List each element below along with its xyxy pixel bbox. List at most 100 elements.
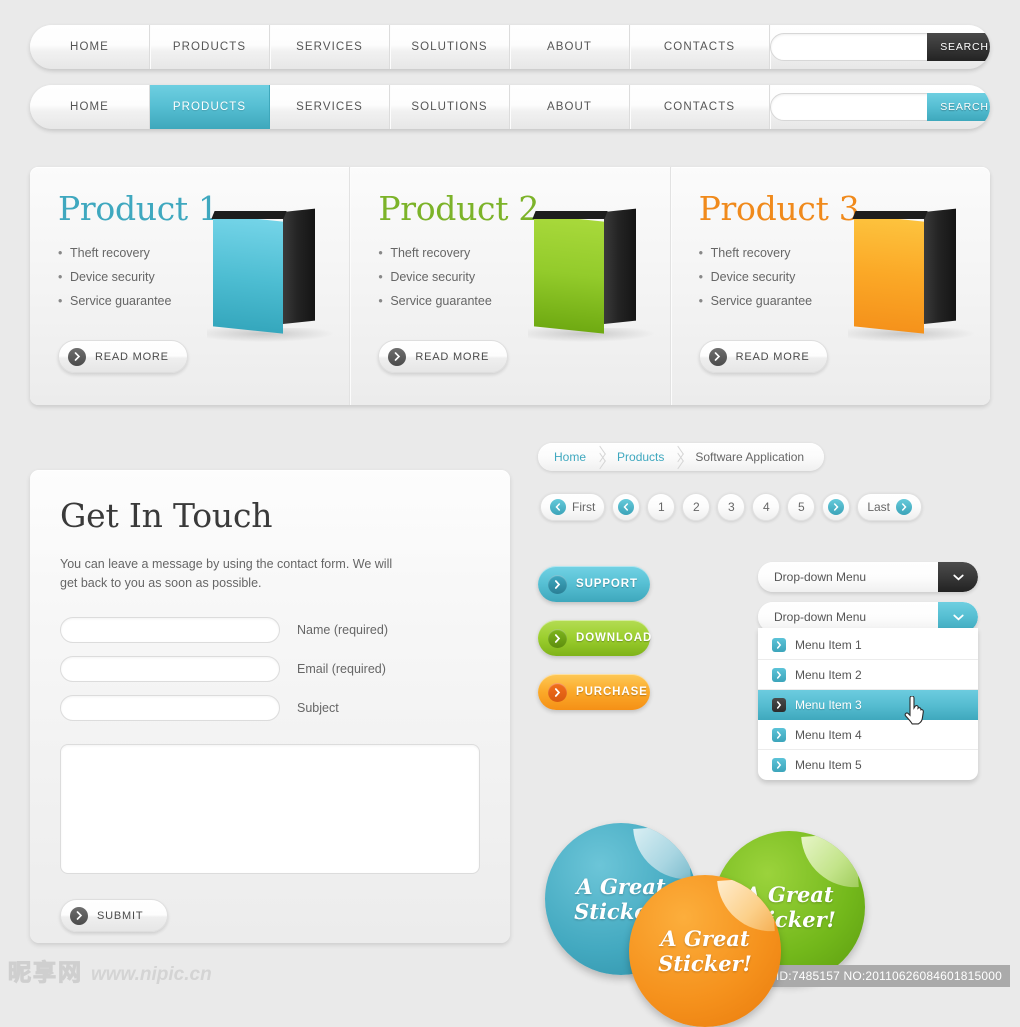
submit-button[interactable]: SUBMIT [60,899,168,932]
navbar2-search-area: SEARCH [770,85,990,129]
support-label: SUPPORT [576,578,638,590]
pagination-page-4[interactable]: 4 [752,493,781,521]
product-box-image [527,208,656,342]
nav-label: HOME [70,41,109,53]
box-side [923,208,956,324]
dropdown-item-label: Menu Item 4 [795,727,862,742]
nav-item-home[interactable]: HOME [30,25,150,69]
form-row-name: Name (required) [60,617,480,643]
dropdown-menu-closed[interactable]: Drop-down Menu [758,562,978,592]
chevron-right-icon [70,906,88,925]
breadcrumb-item-current: Software Application [695,450,805,464]
nav-label: HOME [70,101,109,113]
nav-label: CONTACTS [663,41,736,53]
nav2-item-contacts[interactable]: CONTACTS [630,85,770,129]
chevron-right-icon [68,347,86,366]
nav-label: CONTACTS [663,101,736,113]
dropdown-item-1[interactable]: Menu Item 1 [758,630,978,660]
pagination-last-label: Last [867,500,891,514]
name-field[interactable] [60,617,280,643]
watermark-url-text: www.nipic.cn [91,964,212,985]
box-top [211,211,287,219]
nav2-item-services[interactable]: SERVICES [270,85,390,129]
read-more-label: READ MORE [415,350,490,363]
form-row-email: Email (required) [60,656,480,682]
chevron-right-icon [708,347,727,366]
nav-item-products[interactable]: PRODUCTS [150,25,270,69]
pagination-page-1[interactable]: 1 [647,493,676,521]
download-button[interactable]: DOWNLOAD [538,620,651,656]
dropdown-item-3[interactable]: Menu Item 3 [758,690,978,720]
dropdown-item-label: Menu Item 3 [795,698,862,712]
nav-item-services[interactable]: SERVICES [270,25,390,69]
nav-item-about[interactable]: ABOUT [510,25,630,69]
contact-form-title: Get In Touch [60,496,273,535]
pagination-prev-button[interactable] [612,493,641,521]
sticker-line-1: A Great [660,926,750,951]
contact-form-description: You can leave a message by using the con… [60,557,393,590]
pagination-page-2[interactable]: 2 [682,493,711,521]
chevron-right-icon [548,682,567,702]
box-front [213,214,284,334]
dropdown-item-5[interactable]: Menu Item 5 [758,750,978,780]
chevron-left-icon [618,499,635,515]
nav-label: PRODUCTS [172,101,247,113]
nav2-item-solutions[interactable]: SOLUTIONS [390,85,510,129]
email-field-label: Email (required) [297,662,386,676]
nav-label: SERVICES [296,41,363,53]
email-field[interactable] [60,656,280,682]
nav-item-contacts[interactable]: CONTACTS [630,25,770,69]
read-more-button-2[interactable]: READ MORE [378,340,509,373]
nav2-item-products[interactable]: PRODUCTS [150,85,270,129]
secondary-navbar: HOME PRODUCTS SERVICES SOLUTIONS ABOUT C… [30,85,990,129]
read-more-button-3[interactable]: READ MORE [698,340,829,373]
nav-item-solutions[interactable]: SOLUTIONS [390,25,510,69]
name-field-label: Name (required) [297,623,389,637]
purchase-label: PURCHASE [576,686,648,698]
nav2-item-about[interactable]: ABOUT [510,85,630,129]
nav-label: SERVICES [296,101,363,113]
read-more-label: READ MORE [95,350,169,363]
breadcrumb-item-home[interactable]: Home [550,450,590,464]
products-panel: Product 1 Theft recovery Device security… [30,167,990,405]
search-button-2[interactable]: SEARCH [927,93,990,121]
sticker-text: A Great Sticker! [658,926,752,976]
product-box-image [207,208,335,342]
contact-form-panel: Get In Touch You can leave a message by … [30,470,510,943]
pagination-page-5[interactable]: 5 [787,493,816,521]
box-side [603,208,636,324]
id-badge: ID:7485157 NO:20110626084601815000 [767,965,1010,987]
breadcrumb-item-products[interactable]: Products [613,450,668,464]
nav-label: SOLUTIONS [411,41,488,53]
read-more-label: READ MORE [735,350,810,363]
purchase-button[interactable]: PURCHASE [538,674,650,710]
dropdown-item-2[interactable]: Menu Item 2 [758,660,978,690]
box-front [853,214,924,334]
support-button[interactable]: SUPPORT [538,566,650,602]
chevron-right-icon [772,667,786,682]
chevron-right-icon [671,443,688,471]
product-box-image [847,208,976,342]
chevron-right-icon [772,727,786,742]
nav2-item-home[interactable]: HOME [30,85,150,129]
chevron-right-icon [772,637,786,652]
read-more-button-1[interactable]: READ MORE [58,340,188,373]
subject-field[interactable] [60,695,280,721]
form-row-subject: Subject [60,695,480,721]
chevron-down-icon[interactable] [938,562,978,592]
pagination-first-label: First [572,500,596,514]
message-textarea[interactable] [60,744,480,874]
dropdown-item-4[interactable]: Menu Item 4 [758,720,978,750]
pagination-page-3[interactable]: 3 [717,493,746,521]
pagination-first-button[interactable]: First [540,493,606,521]
nav-label: ABOUT [546,101,593,113]
sticker-line-2: Sticker! [658,951,752,976]
product-card-2: Product 2 Theft recovery Device security… [350,167,671,405]
pagination-last-button[interactable]: Last [857,493,923,521]
submit-label: SUBMIT [97,909,144,922]
pagination-next-button[interactable] [822,493,851,521]
chevron-right-icon [828,499,845,515]
nav-label: ABOUT [546,41,593,53]
site-watermark: 昵享网 www.nipic.cn [8,953,212,987]
search-button[interactable]: SEARCH [927,33,990,61]
